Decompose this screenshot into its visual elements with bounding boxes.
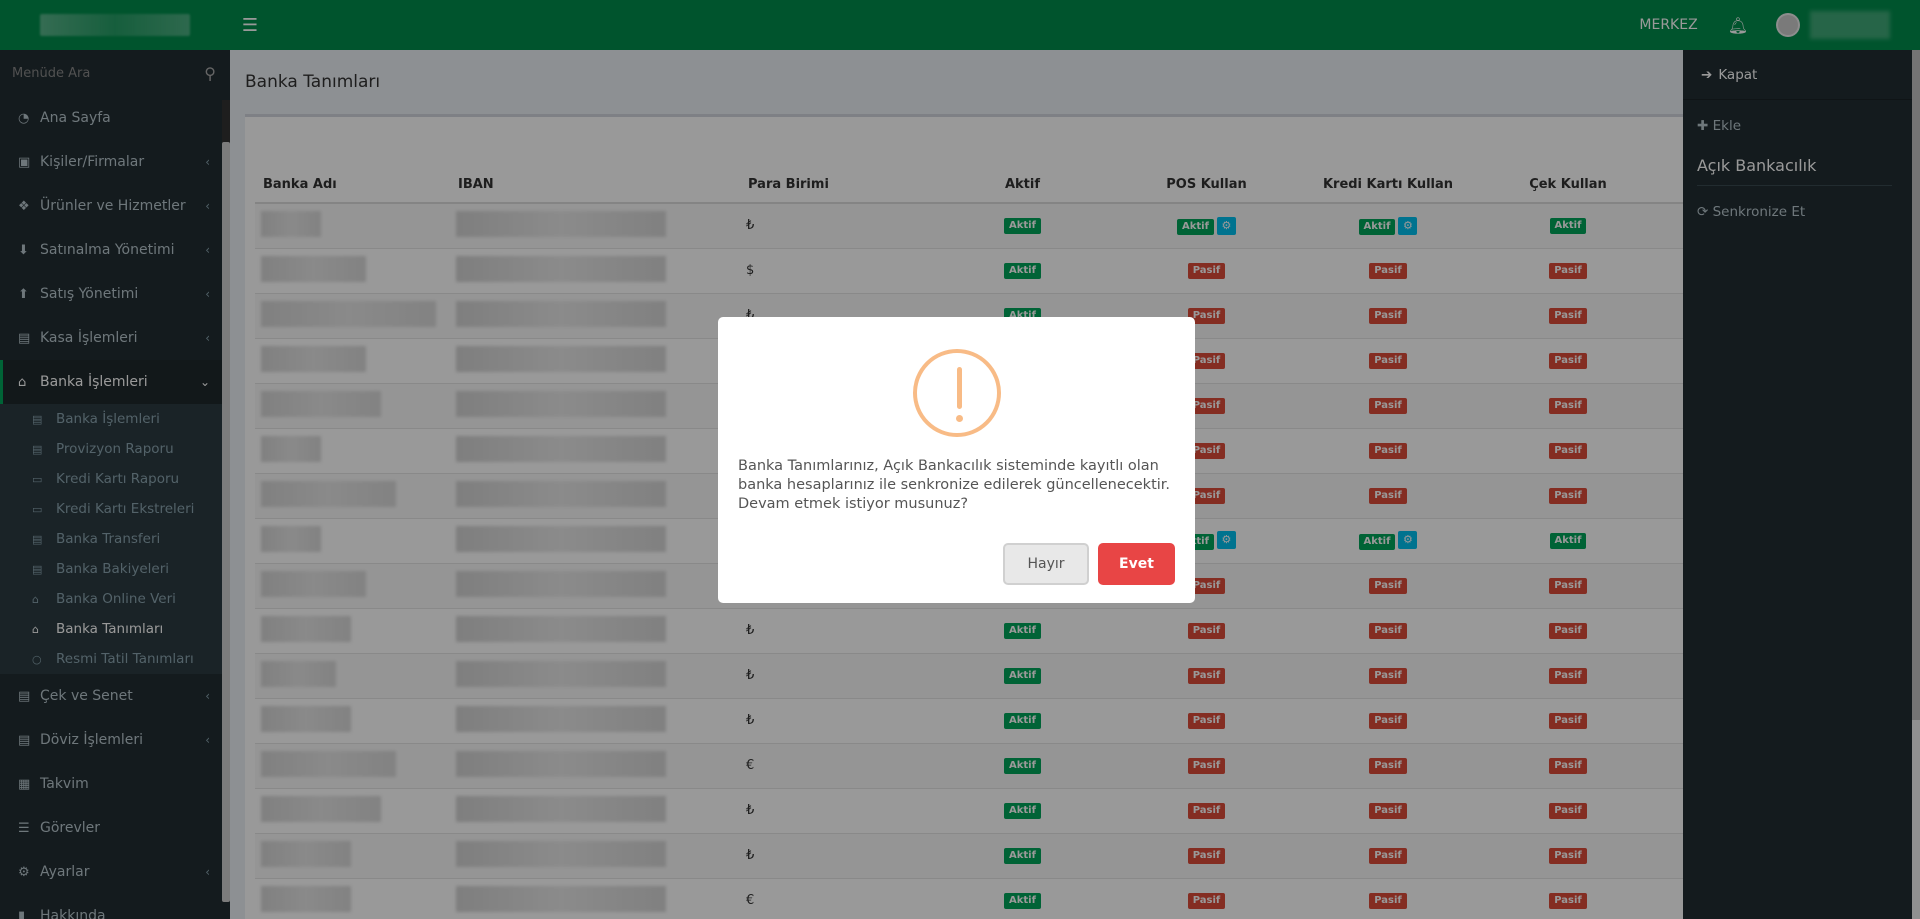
- modal-overlay[interactable]: Banka Tanımlarınız, Açık Bankacılık sist…: [0, 0, 1920, 919]
- warning-icon: [913, 349, 1001, 437]
- confirm-button[interactable]: Evet: [1098, 543, 1175, 585]
- cancel-button[interactable]: Hayır: [1003, 543, 1089, 585]
- warning-bar: [957, 367, 962, 409]
- warning-dot: [956, 415, 963, 422]
- dialog-message: Banka Tanımlarınız, Açık Bankacılık sist…: [738, 458, 1171, 512]
- confirm-dialog: Banka Tanımlarınız, Açık Bankacılık sist…: [718, 317, 1195, 603]
